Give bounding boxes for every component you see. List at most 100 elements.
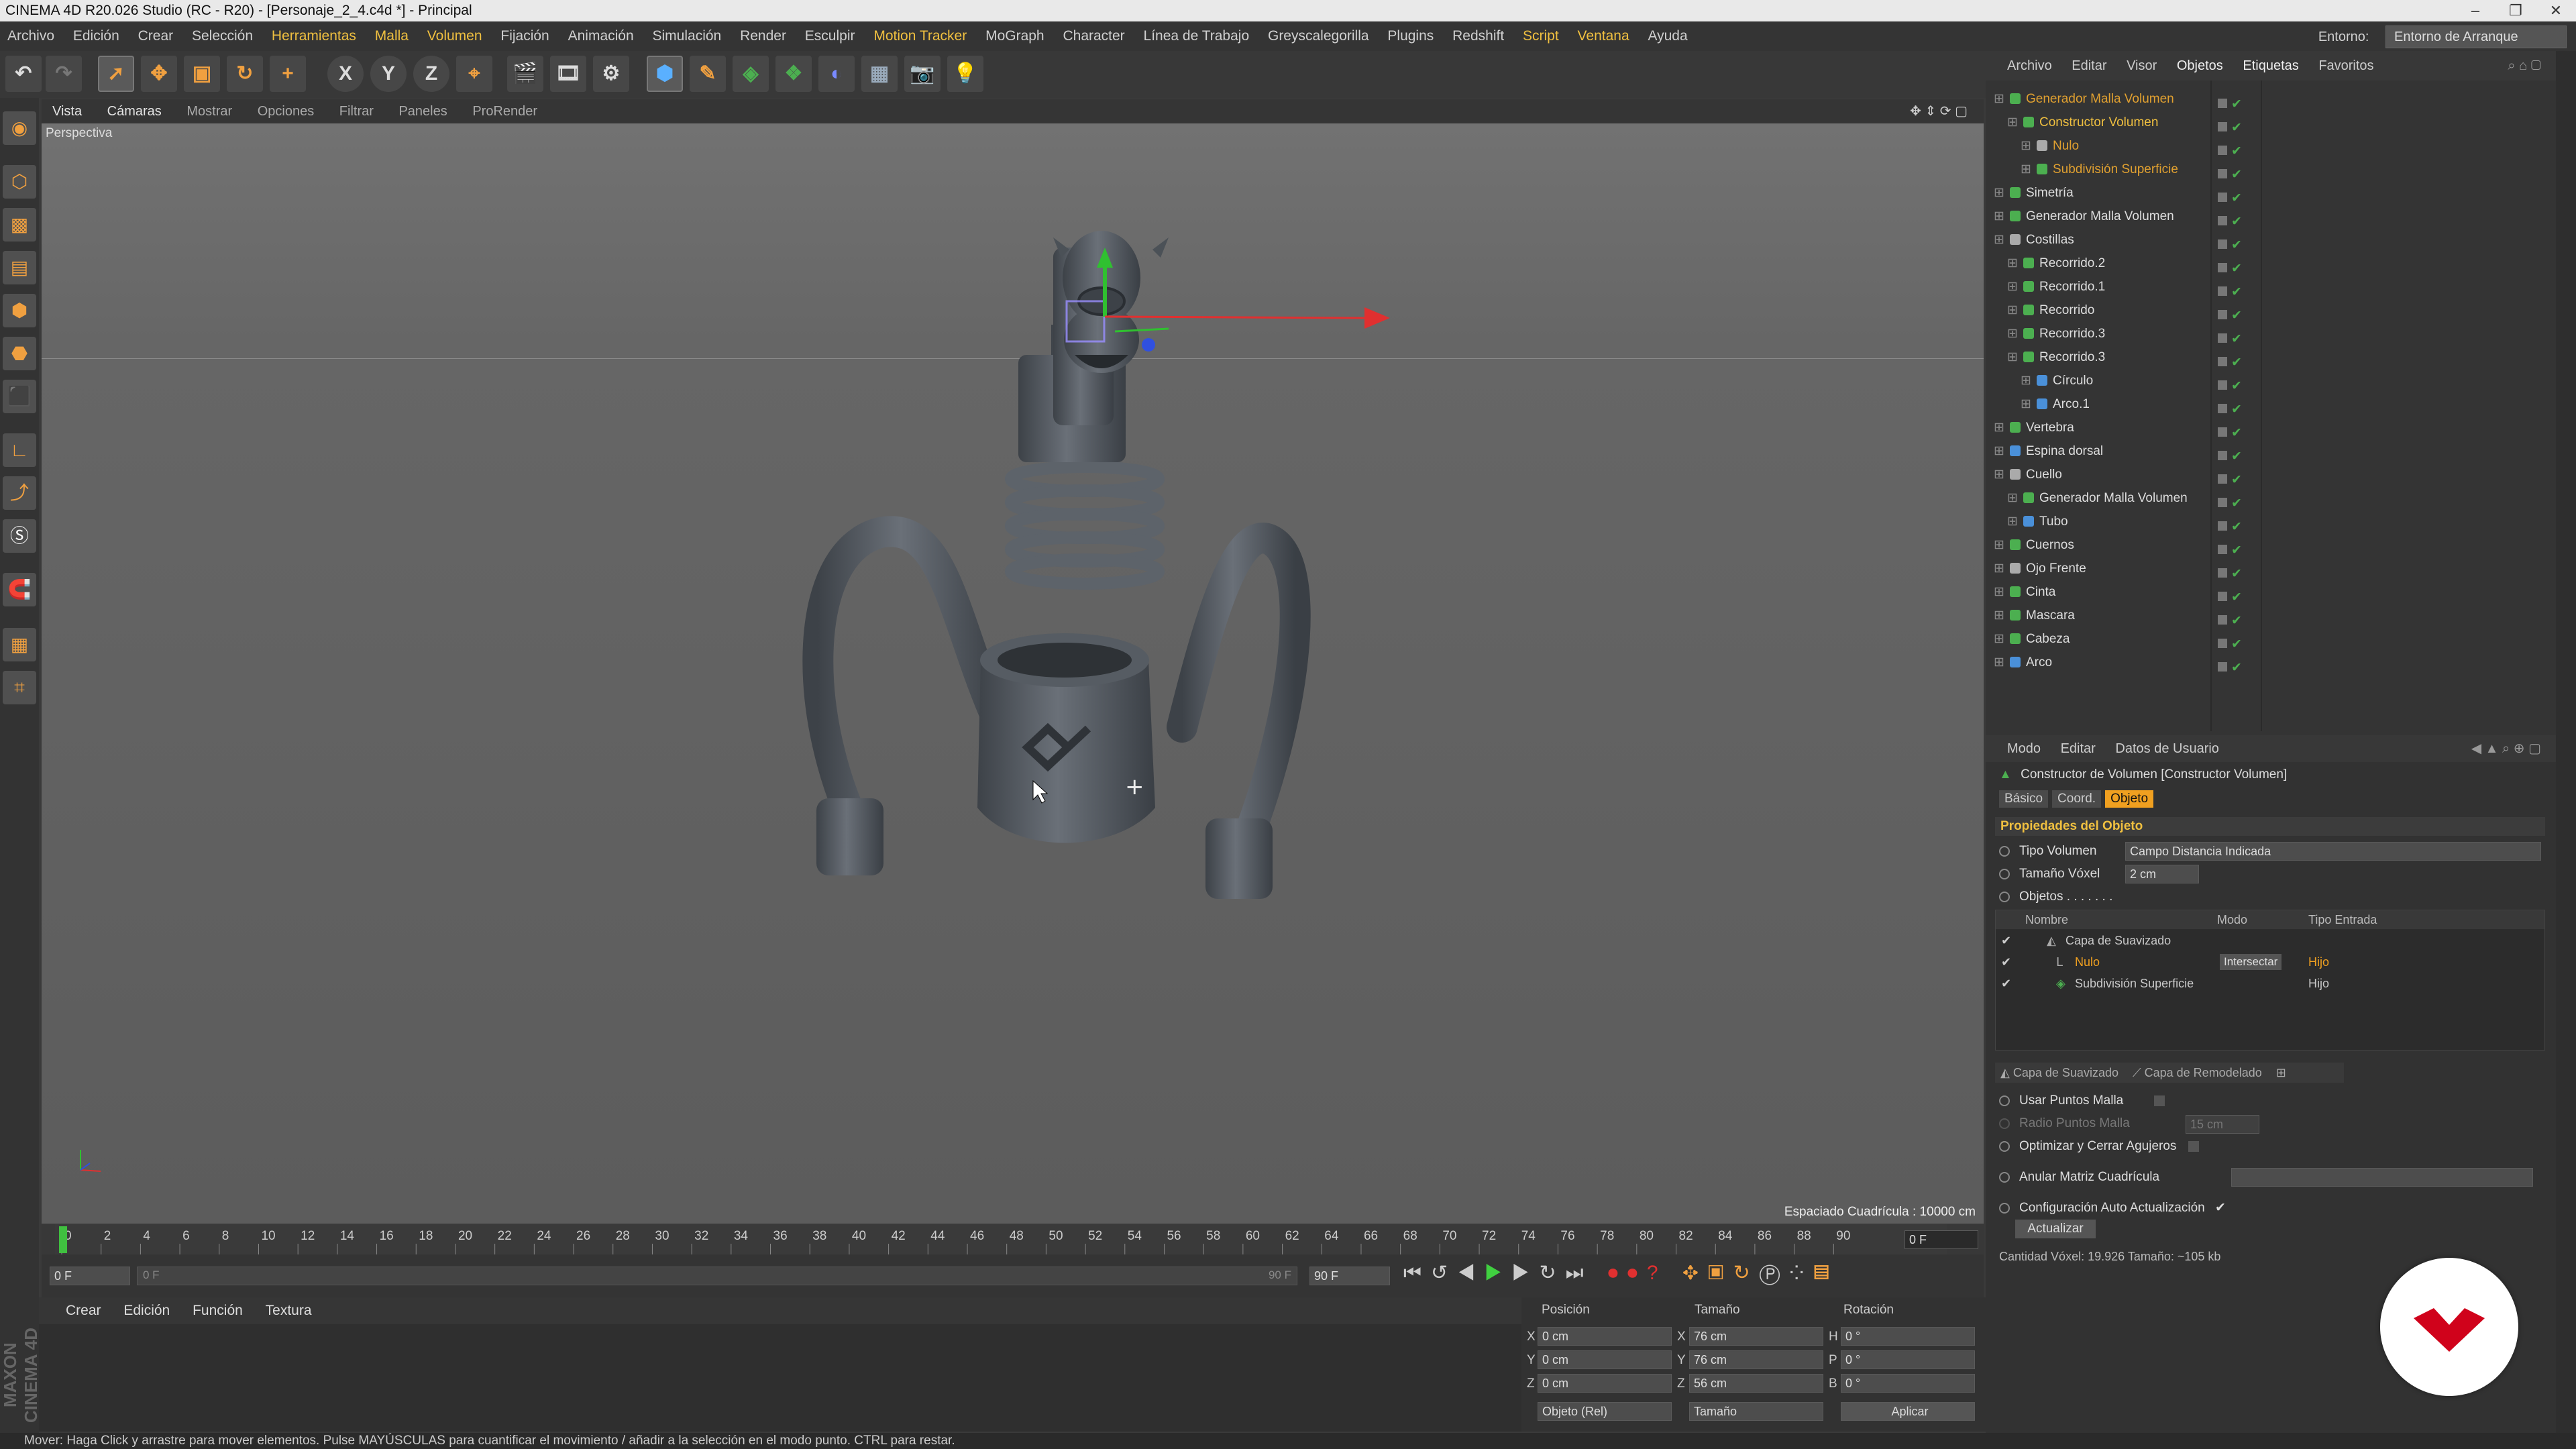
expand-icon[interactable]: ⊞: [2021, 158, 2031, 181]
visibility-flags[interactable]: ✔: [2218, 515, 2278, 534]
tweak-mode-icon[interactable]: ⤴: [3, 476, 36, 510]
expand-icon[interactable]: ⊞: [1994, 228, 2004, 252]
viewport-menu-mostrar[interactable]: Mostrar: [176, 99, 243, 123]
objmgr-menu-objetos[interactable]: Objetos: [2169, 51, 2231, 80]
right-side-tabs[interactable]: [2556, 51, 2576, 1433]
visibility-flags[interactable]: ✔: [2218, 492, 2278, 511]
restore-button[interactable]: ❐: [2496, 0, 2536, 21]
render-view-icon[interactable]: 🎬: [507, 56, 543, 92]
visibility-flags[interactable]: ✔: [2218, 327, 2278, 346]
tamano-voxel-anim-icon[interactable]: [1999, 868, 2010, 879]
checkmark-icon[interactable]: ✔: [2001, 930, 2011, 951]
viewport-menu-vista[interactable]: Vista: [42, 99, 93, 123]
apply-button[interactable]: Aplicar: [1841, 1402, 1975, 1421]
tab-basico[interactable]: Básico: [1999, 790, 2049, 808]
menu-seleccion[interactable]: Selección: [184, 21, 260, 51]
edges-mode-icon[interactable]: ⬣: [3, 337, 36, 370]
menu-crear[interactable]: Crear: [131, 21, 181, 51]
lock-workplane-icon[interactable]: ⌗: [3, 671, 36, 704]
expand-icon[interactable]: ⊞: [2021, 369, 2031, 392]
visibility-flags[interactable]: ✔: [2218, 304, 2278, 323]
next-frame-icon[interactable]: ▶: [1512, 1262, 1540, 1284]
checkmark-icon[interactable]: ✔: [2001, 952, 2011, 972]
expand-icon[interactable]: ⊞: [1994, 87, 2004, 111]
subdivision-generator-icon[interactable]: ◈: [733, 56, 769, 92]
playhead[interactable]: [59, 1226, 67, 1253]
attr-nav-icons[interactable]: ◀ ▲ ⌕ ⊕ ▢: [2463, 735, 2549, 762]
viewport-nav-icons[interactable]: ✥ ⇕ ⟳ ▢: [1899, 99, 1978, 123]
object-row[interactable]: ⊞ Recorrido.2 ✔: [1986, 252, 2542, 276]
auto-config-anim-icon[interactable]: [1999, 1202, 2010, 1214]
visibility-flags[interactable]: ✔: [2218, 398, 2278, 417]
object-row[interactable]: ⊞ Subdivisión Superficie ✔: [1986, 158, 2542, 182]
character-model[interactable]: +: [42, 123, 1984, 1224]
model-mode-icon[interactable]: ⬡: [3, 165, 36, 199]
menu-plugins[interactable]: Plugins: [1380, 21, 1441, 51]
key-position-icon[interactable]: ✥: [1682, 1262, 1708, 1284]
rotate-tool-icon[interactable]: ↻: [227, 56, 263, 92]
expand-icon[interactable]: ⊞: [2021, 392, 2031, 416]
points-mode-icon[interactable]: ⬢: [3, 294, 36, 327]
rotation-h-field[interactable]: 0 °: [1841, 1327, 1975, 1346]
actualizar-button[interactable]: Actualizar: [2015, 1220, 2096, 1238]
tipo-volumen-dropdown[interactable]: Campo Distancia Indicada: [2125, 842, 2541, 861]
object-row[interactable]: ⊞ Vertebra ✔: [1986, 416, 2542, 440]
play-icon[interactable]: ▶: [1485, 1262, 1512, 1284]
polygons-mode-icon[interactable]: ⬛: [3, 380, 36, 413]
object-row[interactable]: ⊞ Constructor Volumen ✔: [1986, 111, 2542, 135]
expand-icon[interactable]: ⊞: [1994, 416, 2004, 439]
viewport-menu-filtrar[interactable]: Filtrar: [329, 99, 384, 123]
3d-viewport[interactable]: Perspectiva + Espaciado Cuadrícula: 100…: [42, 123, 1984, 1224]
visibility-flags[interactable]: ✔: [2218, 539, 2278, 557]
objetos-anim-icon[interactable]: [1999, 891, 2010, 902]
menu-simulacion[interactable]: Simulación: [645, 21, 729, 51]
workplane-icon[interactable]: ▦: [3, 628, 36, 661]
object-row[interactable]: ⊞ Cabeza ✔: [1986, 627, 2542, 651]
workplane-mode-icon[interactable]: ▤: [3, 251, 36, 284]
smoothing-layer-button[interactable]: Capa de Suavizado: [2013, 1066, 2118, 1079]
expand-icon[interactable]: ⊞: [2007, 322, 2018, 345]
key-parameter-icon[interactable]: Ⓟ: [1760, 1262, 1790, 1284]
expand-icon[interactable]: ⊞: [1994, 463, 2004, 486]
object-row[interactable]: ⊞ Círculo ✔: [1986, 369, 2542, 393]
reshape-layer-button[interactable]: Capa de Remodelado: [2145, 1066, 2262, 1079]
redo-icon[interactable]: ↷: [46, 56, 82, 92]
anular-anim-icon[interactable]: [1999, 1171, 2010, 1183]
menu-character[interactable]: Character: [1055, 21, 1132, 51]
render-settings-icon[interactable]: ⚙: [593, 56, 629, 92]
viewport-menu-opciones[interactable]: Opciones: [247, 99, 325, 123]
visibility-flags[interactable]: ✔: [2218, 468, 2278, 487]
menu-script[interactable]: Script: [1515, 21, 1566, 51]
position-y-field[interactable]: 0 cm: [1538, 1350, 1672, 1369]
object-row[interactable]: ⊞ Cuernos ✔: [1986, 533, 2542, 557]
current-frame-field[interactable]: 0 F: [1904, 1230, 1978, 1249]
tab-coord[interactable]: Coord.: [2052, 790, 2102, 808]
menu-fijacion[interactable]: Fijación: [493, 21, 556, 51]
previous-frame-icon[interactable]: ◀: [1457, 1262, 1485, 1284]
expand-icon[interactable]: ⊞: [2021, 134, 2031, 158]
undo-icon[interactable]: ↶: [5, 56, 42, 92]
floor-icon[interactable]: ▦: [861, 56, 898, 92]
visibility-flags[interactable]: ✔: [2218, 374, 2278, 393]
material-menu-edicion[interactable]: Edición: [114, 1297, 179, 1324]
anular-field[interactable]: [2231, 1168, 2533, 1187]
tab-objeto[interactable]: Objeto: [2105, 790, 2154, 808]
tamano-voxel-field[interactable]: 2 cm: [2125, 865, 2199, 883]
visibility-flags[interactable]: ✔: [2218, 421, 2278, 440]
texture-mode-icon[interactable]: ▩: [3, 208, 36, 241]
optimizar-checkbox[interactable]: [2188, 1140, 2199, 1152]
tipo-volumen-anim-icon[interactable]: [1999, 845, 2010, 857]
start-frame-field[interactable]: 0 F: [50, 1267, 130, 1285]
deformer-icon[interactable]: ◐: [818, 56, 855, 92]
visibility-flags[interactable]: ✔: [2218, 351, 2278, 370]
visibility-flags[interactable]: ✔: [2218, 280, 2278, 299]
size-y-field[interactable]: 76 cm: [1689, 1350, 1823, 1369]
usar-puntos-checkbox[interactable]: [2153, 1095, 2165, 1106]
expand-icon[interactable]: ⊞: [1994, 557, 2004, 580]
list-item[interactable]: ✔ ◈ Subdivisión Superficie Hijo: [1996, 973, 2544, 994]
timeline-ruler[interactable]: 0 2 4 6 8 10 12 14 16 18 20 22 24 26 28 30 32 34 36 38 40 42 4…: [55, 1224, 1947, 1254]
previous-key-icon[interactable]: ↺: [1431, 1262, 1457, 1284]
expand-icon[interactable]: ⊞: [2007, 345, 2018, 369]
object-row[interactable]: ⊞ Generador Malla Volumen ✔: [1986, 87, 2542, 111]
key-points-icon[interactable]: ⁘: [1789, 1262, 1813, 1284]
